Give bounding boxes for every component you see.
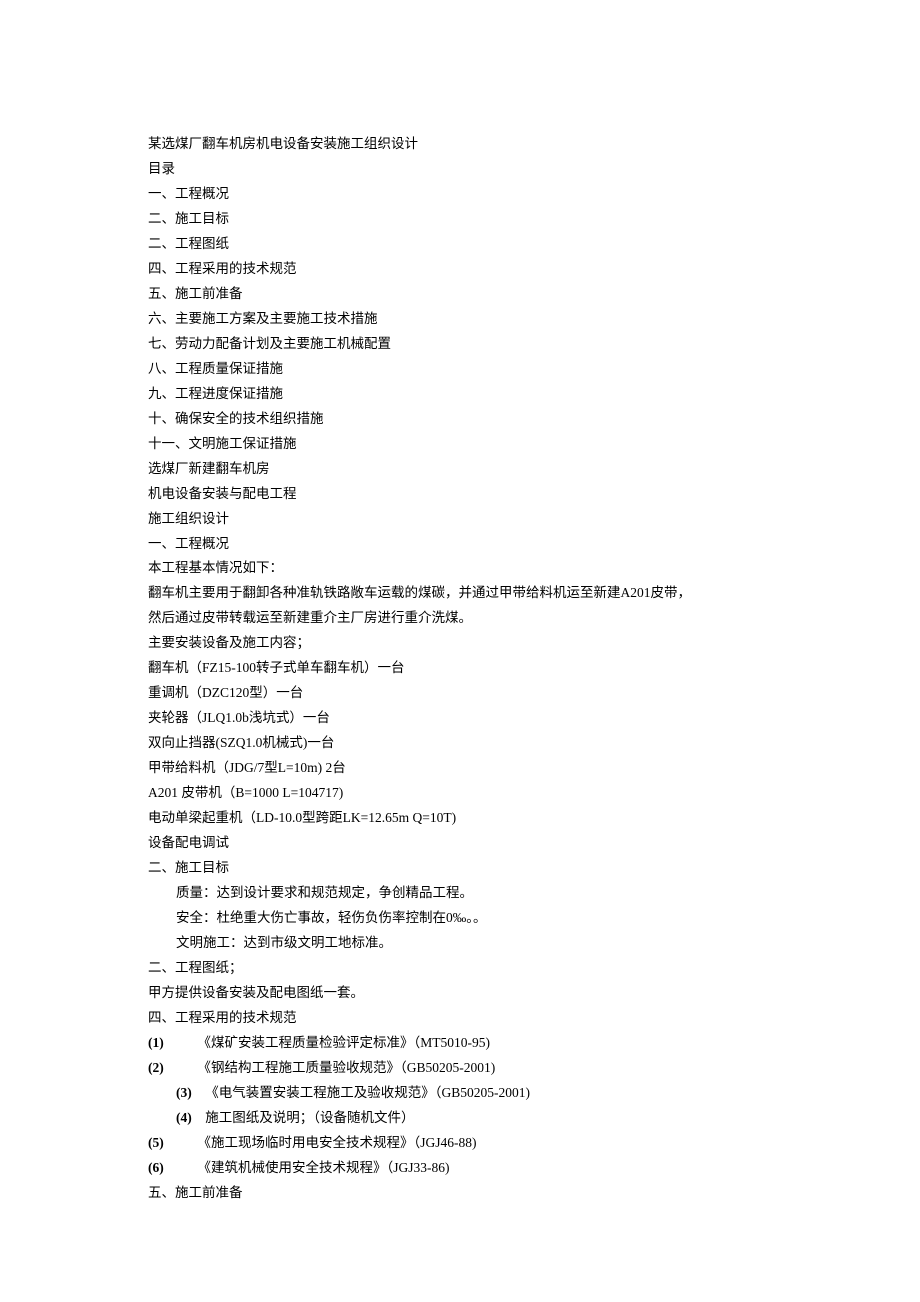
text-line: 四、工程采用的技术规范 (148, 1006, 772, 1031)
spec-number: (3) (176, 1085, 192, 1100)
text-line: 安全：杜绝重大伤亡事故，轻伤负伤率控制在0‰。。 (148, 906, 772, 931)
spec-gap (164, 1160, 198, 1175)
text-line: 电动单梁起重机（LD-10.0型跨距LK=12.65m Q=10T) (148, 806, 772, 831)
text-line: 选煤厂新建翻车机房 (148, 457, 772, 482)
spec-text: 施工图纸及说明；（设备随机文件） (205, 1110, 414, 1125)
spec-item: (3) 《电气装置安装工程施工及验收规范》（GB50205-2001) (148, 1081, 772, 1106)
spec-gap (192, 1085, 206, 1100)
text-line: 六、主要施工方案及主要施工技术措施 (148, 307, 772, 332)
spec-text: 《电气装置安装工程施工及验收规范》（GB50205-2001) (205, 1085, 530, 1100)
spec-text: 《建筑机械使用安全技术规程》（JGJ33-86) (198, 1160, 450, 1175)
text-line: A201 皮带机（B=1000 L=104717) (148, 781, 772, 806)
text-line: 十、确保安全的技术组织措施 (148, 407, 772, 432)
text-line: 二、工程图纸； (148, 956, 772, 981)
spec-gap (164, 1060, 198, 1075)
text-line: 一、工程概况 (148, 532, 772, 557)
spec-text: 《钢结构工程施工质量验收规范》（GB50205-2001) (198, 1060, 496, 1075)
text-line: 翻车机主要用于翻卸各种准轨铁路敞车运载的煤碳，并通过甲带给料机运至新建A201皮… (148, 581, 772, 606)
text-line: 重调机（DZC120型）一台 (148, 681, 772, 706)
text-line: 九、工程进度保证措施 (148, 382, 772, 407)
text-line: 甲带给料机（JDG/7型L=10m) 2台 (148, 756, 772, 781)
text-line: 七、劳动力配备计划及主要施工机械配置 (148, 332, 772, 357)
spec-number: (1) (148, 1035, 164, 1050)
text-line: 然后通过皮带转载运至新建重介主厂房进行重介洗煤。 (148, 606, 772, 631)
spec-number: (4) (176, 1110, 192, 1125)
spec-gap (192, 1110, 206, 1125)
text-line: 施工组织设计 (148, 507, 772, 532)
text-line: 二、工程图纸 (148, 232, 772, 257)
spec-gap (164, 1135, 198, 1150)
spec-number: (5) (148, 1135, 164, 1150)
text-line: 五、施工前准备 (148, 282, 772, 307)
text-line: 目录 (148, 157, 772, 182)
text-line: 质量：达到设计要求和规范规定，争创精品工程。 (148, 881, 772, 906)
spec-text: 《施工现场临时用电安全技术规程》（JGJ46-88) (198, 1135, 477, 1150)
spec-item: (6) 《建筑机械使用安全技术规程》（JGJ33-86) (148, 1156, 772, 1181)
text-line: 机电设备安装与配电工程 (148, 482, 772, 507)
text-line: 主要安装设备及施工内容； (148, 631, 772, 656)
tech-spec-list: (1) 《煤矿安装工程质量检验评定标准》（MT5010-95)(2) 《钢结构工… (148, 1031, 772, 1181)
spec-item: (5) 《施工现场临时用电安全技术规程》（JGJ46-88) (148, 1131, 772, 1156)
spec-gap (164, 1035, 198, 1050)
text-line: 甲方提供设备安装及配电图纸一套。 (148, 981, 772, 1006)
tail-line: 五、施工前准备 (148, 1181, 772, 1206)
text-line: 本工程基本情况如下： (148, 556, 772, 581)
text-line: 翻车机（FZ15-100转子式单车翻车机）一台 (148, 656, 772, 681)
text-line: 双向止挡器(SZQ1.0机械式)一台 (148, 731, 772, 756)
text-line: 四、工程采用的技术规范 (148, 257, 772, 282)
text-line: 文明施工：达到市级文明工地标准。 (148, 931, 772, 956)
text-line: 八、工程质量保证措施 (148, 357, 772, 382)
spec-item: (2) 《钢结构工程施工质量验收规范》（GB50205-2001) (148, 1056, 772, 1081)
text-line: 二、施工目标 (148, 207, 772, 232)
spec-item: (1) 《煤矿安装工程质量检验评定标准》（MT5010-95) (148, 1031, 772, 1056)
text-line: 二、施工目标 (148, 856, 772, 881)
spec-text: 《煤矿安装工程质量检验评定标准》（MT5010-95) (198, 1035, 491, 1050)
document-body: 某选煤厂翻车机房机电设备安装施工组织设计目录一、工程概况二、施工目标二、工程图纸… (148, 132, 772, 1031)
text-line: 夹轮器（JLQ1.0b浅坑式）一台 (148, 706, 772, 731)
text-line: 设备配电调试 (148, 831, 772, 856)
text-line: 十一、文明施工保证措施 (148, 432, 772, 457)
spec-number: (6) (148, 1160, 164, 1175)
document-page: 某选煤厂翻车机房机电设备安装施工组织设计目录一、工程概况二、施工目标二、工程图纸… (0, 0, 920, 1286)
spec-item: (4) 施工图纸及说明；（设备随机文件） (148, 1106, 772, 1131)
text-line: 某选煤厂翻车机房机电设备安装施工组织设计 (148, 132, 772, 157)
spec-number: (2) (148, 1060, 164, 1075)
text-line: 一、工程概况 (148, 182, 772, 207)
